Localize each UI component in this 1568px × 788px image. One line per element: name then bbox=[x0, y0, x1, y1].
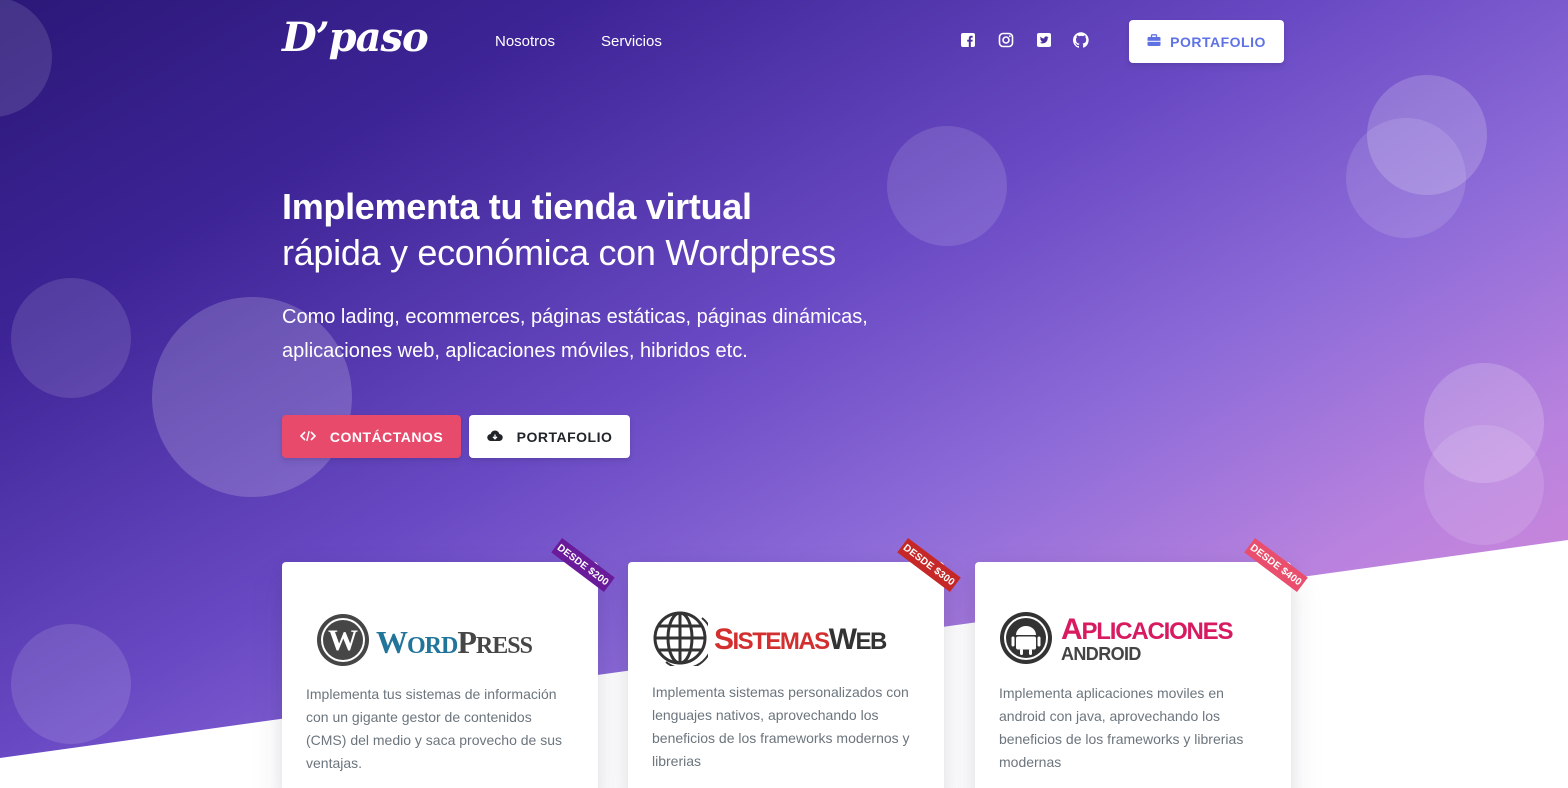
contact-button-label: CONTÁCTANOS bbox=[329, 428, 444, 445]
globe-icon bbox=[652, 610, 714, 671]
brand-logo[interactable]: D’paso bbox=[282, 14, 429, 61]
wordpress-logo: W WORDPRESS bbox=[316, 610, 533, 674]
decor-bubble bbox=[887, 126, 1007, 246]
svg-text:W: W bbox=[328, 624, 358, 657]
logo-letter: W bbox=[376, 623, 408, 660]
logo-letter: W bbox=[828, 623, 857, 656]
card-description: Implementa sistemas personalizados con l… bbox=[652, 684, 910, 769]
hero-title: Implementa tu tienda virtual bbox=[282, 186, 752, 227]
portfolio-button-label: PORTAFOLIO bbox=[516, 428, 613, 445]
wordpress-icon: W bbox=[316, 613, 370, 672]
logo-letters: ISTEMAS bbox=[732, 628, 831, 655]
cloud-download-icon bbox=[486, 429, 503, 445]
decor-bubble bbox=[11, 624, 131, 744]
nav-link-servicios[interactable]: Servicios bbox=[601, 33, 662, 50]
service-card-aplicaciones-android[interactable]: DESDE $400 APLICACIONES ANDROID Implemen… bbox=[975, 537, 1308, 788]
hero-description: Como lading, ecommerces, páginas estátic… bbox=[282, 306, 868, 362]
decor-bubble bbox=[1424, 425, 1544, 545]
logo-subtitle: ANDROID bbox=[1061, 644, 1141, 664]
decor-bubble bbox=[11, 278, 131, 398]
decor-bubble bbox=[1346, 118, 1466, 238]
service-card-wordpress[interactable]: DESDE $200 W WORDPRESS Implementa tus si… bbox=[282, 537, 615, 788]
portafolio-nav-button[interactable]: PORTAFOLIO bbox=[1129, 20, 1284, 63]
github-icon[interactable] bbox=[1073, 32, 1089, 48]
logo-letters: ORD bbox=[407, 632, 458, 659]
contact-button[interactable]: CONTÁCTANOS bbox=[282, 415, 461, 458]
aplicaciones-android-logo: APLICACIONES ANDROID bbox=[999, 608, 1233, 672]
facebook-icon[interactable] bbox=[960, 32, 976, 48]
briefcase-icon bbox=[1147, 33, 1161, 50]
logo-letter: P bbox=[457, 623, 477, 660]
decor-bubble bbox=[0, 0, 52, 117]
twitter-icon[interactable] bbox=[1036, 32, 1052, 48]
nav-link-nosotros[interactable]: Nosotros bbox=[495, 33, 555, 50]
card-description: Implementa aplicaciones moviles en andro… bbox=[999, 685, 1244, 770]
sistemas-web-logo: SISTEMASWEB bbox=[652, 608, 888, 672]
logo-letters: PLICACIONES bbox=[1081, 618, 1233, 645]
card-description: Implementa tus sistemas de información c… bbox=[306, 686, 562, 771]
service-card-sistemas-web[interactable]: DESDE $300 SISTEMASWEB Implementa sistem… bbox=[628, 537, 961, 788]
logo-letters: EB bbox=[855, 628, 888, 655]
code-icon bbox=[299, 429, 316, 445]
android-icon bbox=[999, 611, 1053, 670]
logo-letter: S bbox=[714, 623, 734, 656]
portfolio-button[interactable]: PORTAFOLIO bbox=[469, 415, 630, 458]
logo-letters: RESS bbox=[475, 632, 533, 659]
instagram-icon[interactable] bbox=[998, 32, 1014, 48]
logo-letter: A bbox=[1061, 613, 1083, 646]
portafolio-nav-label: PORTAFOLIO bbox=[1170, 33, 1266, 50]
hero-subtitle: rápida y económica con Wordpress bbox=[282, 232, 837, 273]
